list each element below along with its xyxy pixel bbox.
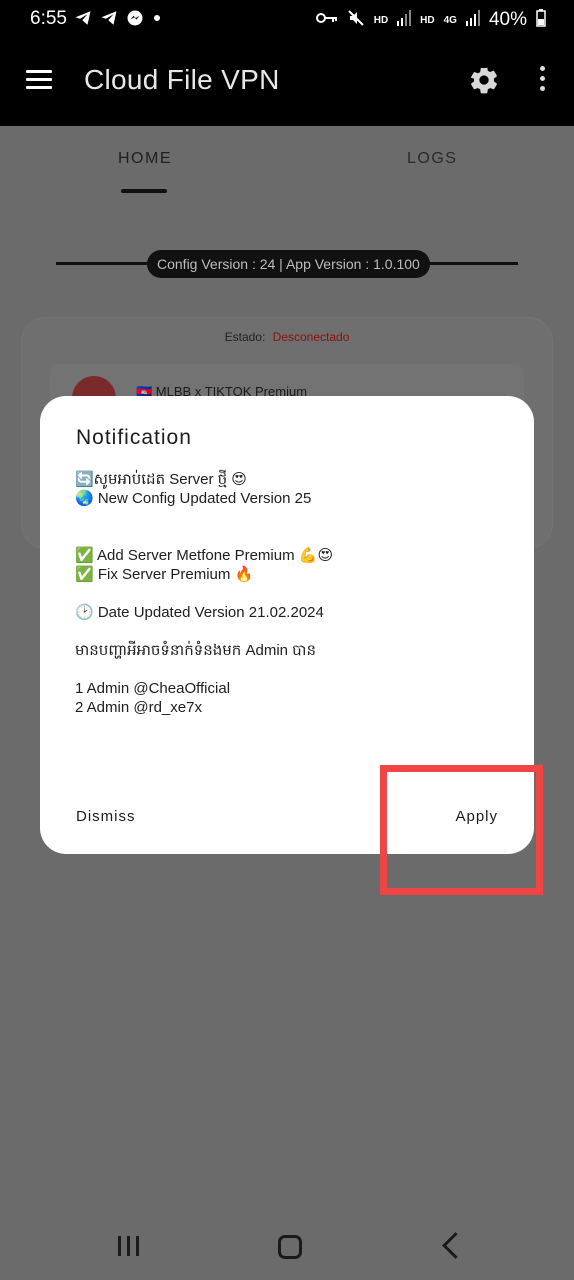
- message-line: 2 Admin @rd_xe7x: [75, 699, 202, 716]
- mute-icon: [347, 9, 365, 31]
- message-line: ✅ Add Server Metfone Premium 💪😍: [75, 547, 334, 564]
- dialog-title: Notification: [76, 426, 192, 449]
- gear-icon[interactable]: [468, 64, 500, 96]
- status-value: Desconectado: [272, 330, 350, 344]
- telegram-icon: [100, 9, 118, 32]
- dismiss-button[interactable]: Dismiss: [76, 808, 136, 825]
- network-type-label: 4G: [443, 14, 457, 26]
- tab-bar: HOME LOGS: [0, 126, 574, 198]
- more-options-icon[interactable]: [536, 66, 548, 94]
- battery-icon: [536, 9, 546, 31]
- message-line: មានបញ្ហាអីអាចទំនាក់ទំនងមក Admin បាន: [75, 642, 316, 659]
- message-line: 🔄សូមអាប់ដេត Server ថ្មី 😍: [75, 471, 247, 488]
- dialog-message: 🔄សូមអាប់ដេត Server ថ្មី 😍 🌏 New Config U…: [75, 470, 515, 717]
- recents-icon[interactable]: [118, 1236, 140, 1256]
- message-line: 🌏 New Config Updated Version 25: [75, 490, 312, 507]
- vpn-key-icon: [315, 11, 338, 29]
- version-info: Config Version : 24 | App Version : 1.0.…: [147, 250, 430, 278]
- home-icon[interactable]: [278, 1235, 302, 1259]
- dot-icon: [152, 9, 162, 32]
- app-title: Cloud File VPN: [84, 64, 280, 95]
- message-line: ✅ Fix Server Premium 🔥: [75, 566, 254, 583]
- message-line: 1 Admin @CheaOfficial: [75, 680, 231, 697]
- battery-percent: 40%: [488, 9, 527, 30]
- status-time: 6:55: [30, 8, 67, 29]
- signal-icon: [465, 10, 480, 30]
- tab-logs[interactable]: LOGS: [407, 150, 457, 168]
- messenger-icon: [126, 9, 144, 32]
- telegram-icon: [74, 9, 92, 32]
- hd-label: HD: [373, 14, 389, 26]
- navigation-bar: [0, 1206, 574, 1280]
- status-bar: 6:55 HD HD 4G 40%: [0, 0, 574, 38]
- notification-icons: [74, 9, 162, 32]
- app-bar: Cloud File VPN: [0, 38, 574, 126]
- back-icon[interactable]: [442, 1232, 469, 1259]
- menu-icon[interactable]: [26, 70, 52, 90]
- tab-home[interactable]: HOME: [118, 150, 172, 168]
- status-label: Estado:: [224, 330, 266, 344]
- hd-label-2: HD: [420, 14, 435, 26]
- system-status-icons: HD HD 4G 40%: [315, 9, 546, 31]
- tab-indicator: [121, 189, 167, 193]
- highlight-box: [380, 765, 543, 895]
- connection-status: Estado: Desconectado: [22, 330, 552, 344]
- message-line: 🕑 Date Updated Version 21.02.2024: [75, 604, 324, 621]
- signal-icon: [397, 10, 412, 30]
